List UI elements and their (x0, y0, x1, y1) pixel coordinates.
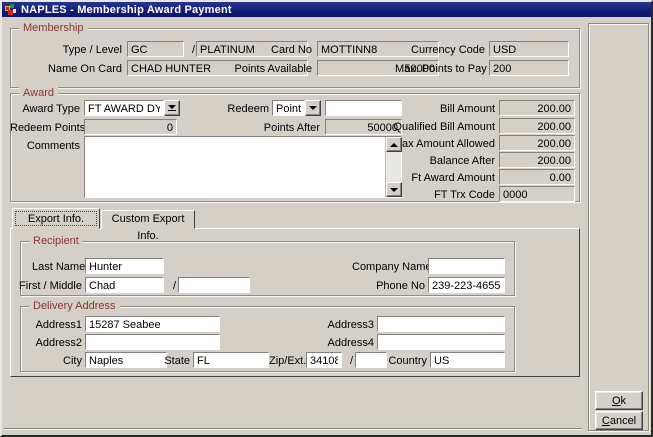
ok-button[interactable]: Ok (595, 391, 643, 410)
scroll-up-button[interactable] (386, 137, 402, 152)
delivery-address-group-title: Delivery Address (29, 299, 120, 313)
zip-ext-field[interactable] (355, 352, 387, 368)
balance-after-field (499, 152, 575, 168)
dropdown-arrow-icon (168, 105, 176, 109)
max-points-to-pay-field (489, 60, 569, 76)
action-panel (588, 23, 649, 431)
middle-name-field[interactable] (178, 277, 250, 293)
zip-ext-label: Zip/Ext. (269, 354, 304, 368)
address3-field[interactable] (377, 316, 505, 332)
last-name-label: Last Name (32, 260, 82, 274)
card-no-label: Card No (232, 43, 312, 57)
company-name-label: Company Name (352, 260, 425, 274)
address2-field[interactable] (85, 334, 220, 350)
ft-award-amount-label: Ft Award Amount (387, 171, 495, 185)
zip-field[interactable] (306, 352, 342, 368)
address1-field[interactable] (85, 316, 220, 332)
type-level-label: Type / Level (32, 43, 122, 57)
company-name-field[interactable] (428, 258, 505, 274)
cancel-button-label: Cancel (602, 415, 636, 427)
tab-export-info-label: Export Info. (28, 213, 84, 225)
currency-code-label: Currency Code (402, 43, 485, 57)
ft-trx-code-label: FT Trx Code (387, 188, 495, 202)
cancel-button[interactable]: Cancel (595, 411, 643, 430)
country-field[interactable] (430, 352, 505, 368)
name-on-card-label: Name On Card (32, 62, 122, 76)
zip-separator: / (345, 354, 353, 368)
address2-label: Address2 (32, 336, 82, 350)
ft-trx-code-field (499, 186, 575, 202)
state-label: State (162, 354, 190, 368)
redeem-dropdown-button[interactable] (305, 100, 321, 116)
currency-code-field (489, 41, 569, 57)
type-level-separator: / (187, 43, 195, 57)
membership-group: Membership (10, 28, 580, 88)
comments-label: Comments (20, 139, 80, 153)
ft-award-amount-field (499, 169, 575, 185)
window-title: NAPLES - Membership Award Payment (21, 4, 232, 16)
tab-export-info[interactable]: Export Info. (12, 208, 100, 229)
max-amount-allowed-label: Max Amount Allowed (387, 137, 495, 151)
redeem-label: Redeem (224, 102, 269, 116)
dropdown-arrow-icon (309, 106, 317, 110)
max-amount-allowed-field (499, 135, 575, 151)
scroll-down-button[interactable] (386, 182, 402, 197)
phone-no-label: Phone No (365, 279, 425, 293)
membership-group-title: Membership (19, 21, 88, 35)
phone-no-field[interactable] (428, 277, 505, 293)
member-type-field (127, 41, 184, 57)
award-group-title: Award (19, 86, 58, 100)
poplist-bar-icon (168, 110, 176, 111)
first-middle-label: First / Middle (16, 279, 82, 293)
title-bar: NAPLES - Membership Award Payment (2, 2, 651, 17)
balance-after-label: Balance After (387, 154, 495, 168)
content-bottom-divider (4, 428, 582, 430)
redeem-points-field (84, 119, 177, 135)
address4-label: Address4 (324, 336, 374, 350)
address3-label: Address3 (324, 318, 374, 332)
bill-amount-field (499, 100, 575, 116)
first-name-field[interactable] (85, 277, 164, 293)
address4-field[interactable] (377, 334, 505, 350)
award-type-dropdown-button[interactable] (164, 100, 180, 116)
ok-button-label: Ok (612, 395, 626, 407)
redeem-points-label: Redeem Points (10, 121, 80, 135)
comments-textarea[interactable] (84, 136, 402, 198)
comments-text (87, 138, 383, 196)
address1-label: Address1 (32, 318, 82, 332)
city-label: City (42, 354, 82, 368)
city-field[interactable] (85, 352, 167, 368)
recipient-group-title: Recipient (29, 234, 83, 248)
country-label: Country (388, 354, 427, 368)
points-available-label: Points Available (227, 62, 312, 76)
qualified-bill-amount-label: Qualified Bill Amount (387, 120, 495, 134)
points-after-label: Points After (252, 121, 320, 135)
comments-scrollbar[interactable] (385, 137, 401, 197)
state-field[interactable] (193, 352, 269, 368)
last-name-field[interactable] (85, 258, 164, 274)
max-points-to-pay-label: Max. Points to Pay (395, 62, 485, 76)
award-type-combo[interactable] (84, 100, 164, 116)
tab-custom-export-info[interactable]: Custom Export Info. (101, 210, 195, 229)
redeem-combo[interactable] (272, 100, 305, 116)
qualified-bill-amount-field (499, 118, 575, 134)
bill-amount-label: Bill Amount (387, 102, 495, 116)
up-arrow-icon (390, 143, 398, 147)
award-type-label: Award Type (20, 102, 80, 116)
first-middle-separator: / (168, 279, 176, 293)
down-arrow-icon (390, 188, 398, 192)
membership-award-payment-window: NAPLES - Membership Award Payment Member… (0, 0, 653, 437)
app-icon (5, 4, 17, 16)
